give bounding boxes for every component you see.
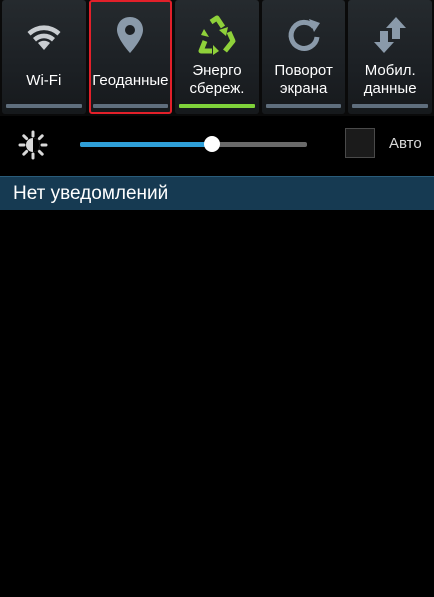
brightness-slider-fill — [80, 142, 212, 147]
brightness-slider-thumb[interactable] — [203, 136, 220, 152]
rotate-label: Поворот экрана — [274, 62, 333, 97]
notifications-header: Нет уведомлений — [0, 176, 434, 210]
mobile-data-toggle[interactable]: Мобил. данные — [348, 0, 432, 114]
location-pin-icon — [89, 14, 173, 56]
location-state-indicator — [92, 104, 169, 108]
wifi-state-indicator — [6, 104, 82, 108]
power-saving-toggle[interactable]: Энерго сбереж. — [175, 0, 259, 114]
quick-settings-bar: Wi-Fi Геоданные Энерго сбереж. Поворот э… — [0, 0, 434, 116]
location-label: Геоданные — [92, 72, 169, 89]
rotate-icon — [262, 14, 346, 56]
power-saving-state-indicator — [179, 104, 255, 108]
power-saving-label: Энерго сбереж. — [189, 62, 245, 97]
auto-brightness-label: Авто — [389, 135, 422, 152]
wifi-label: Wi-Fi — [26, 72, 62, 89]
wifi-toggle[interactable]: Wi-Fi — [2, 0, 86, 114]
location-toggle[interactable]: Геоданные — [88, 0, 173, 114]
mobile-data-label: Мобил. данные — [363, 62, 417, 97]
no-notifications-text: Нет уведомлений — [13, 183, 169, 204]
mobile-data-icon — [348, 14, 432, 56]
brightness-slider[interactable] — [80, 136, 307, 152]
wifi-icon — [2, 14, 86, 56]
brightness-sun-icon — [18, 130, 48, 165]
auto-brightness-checkbox[interactable] — [345, 128, 375, 158]
mobile-data-state-indicator — [352, 104, 428, 108]
recycle-icon — [175, 14, 259, 56]
rotate-toggle[interactable]: Поворот экрана — [261, 0, 346, 114]
rotate-state-indicator — [265, 104, 342, 108]
